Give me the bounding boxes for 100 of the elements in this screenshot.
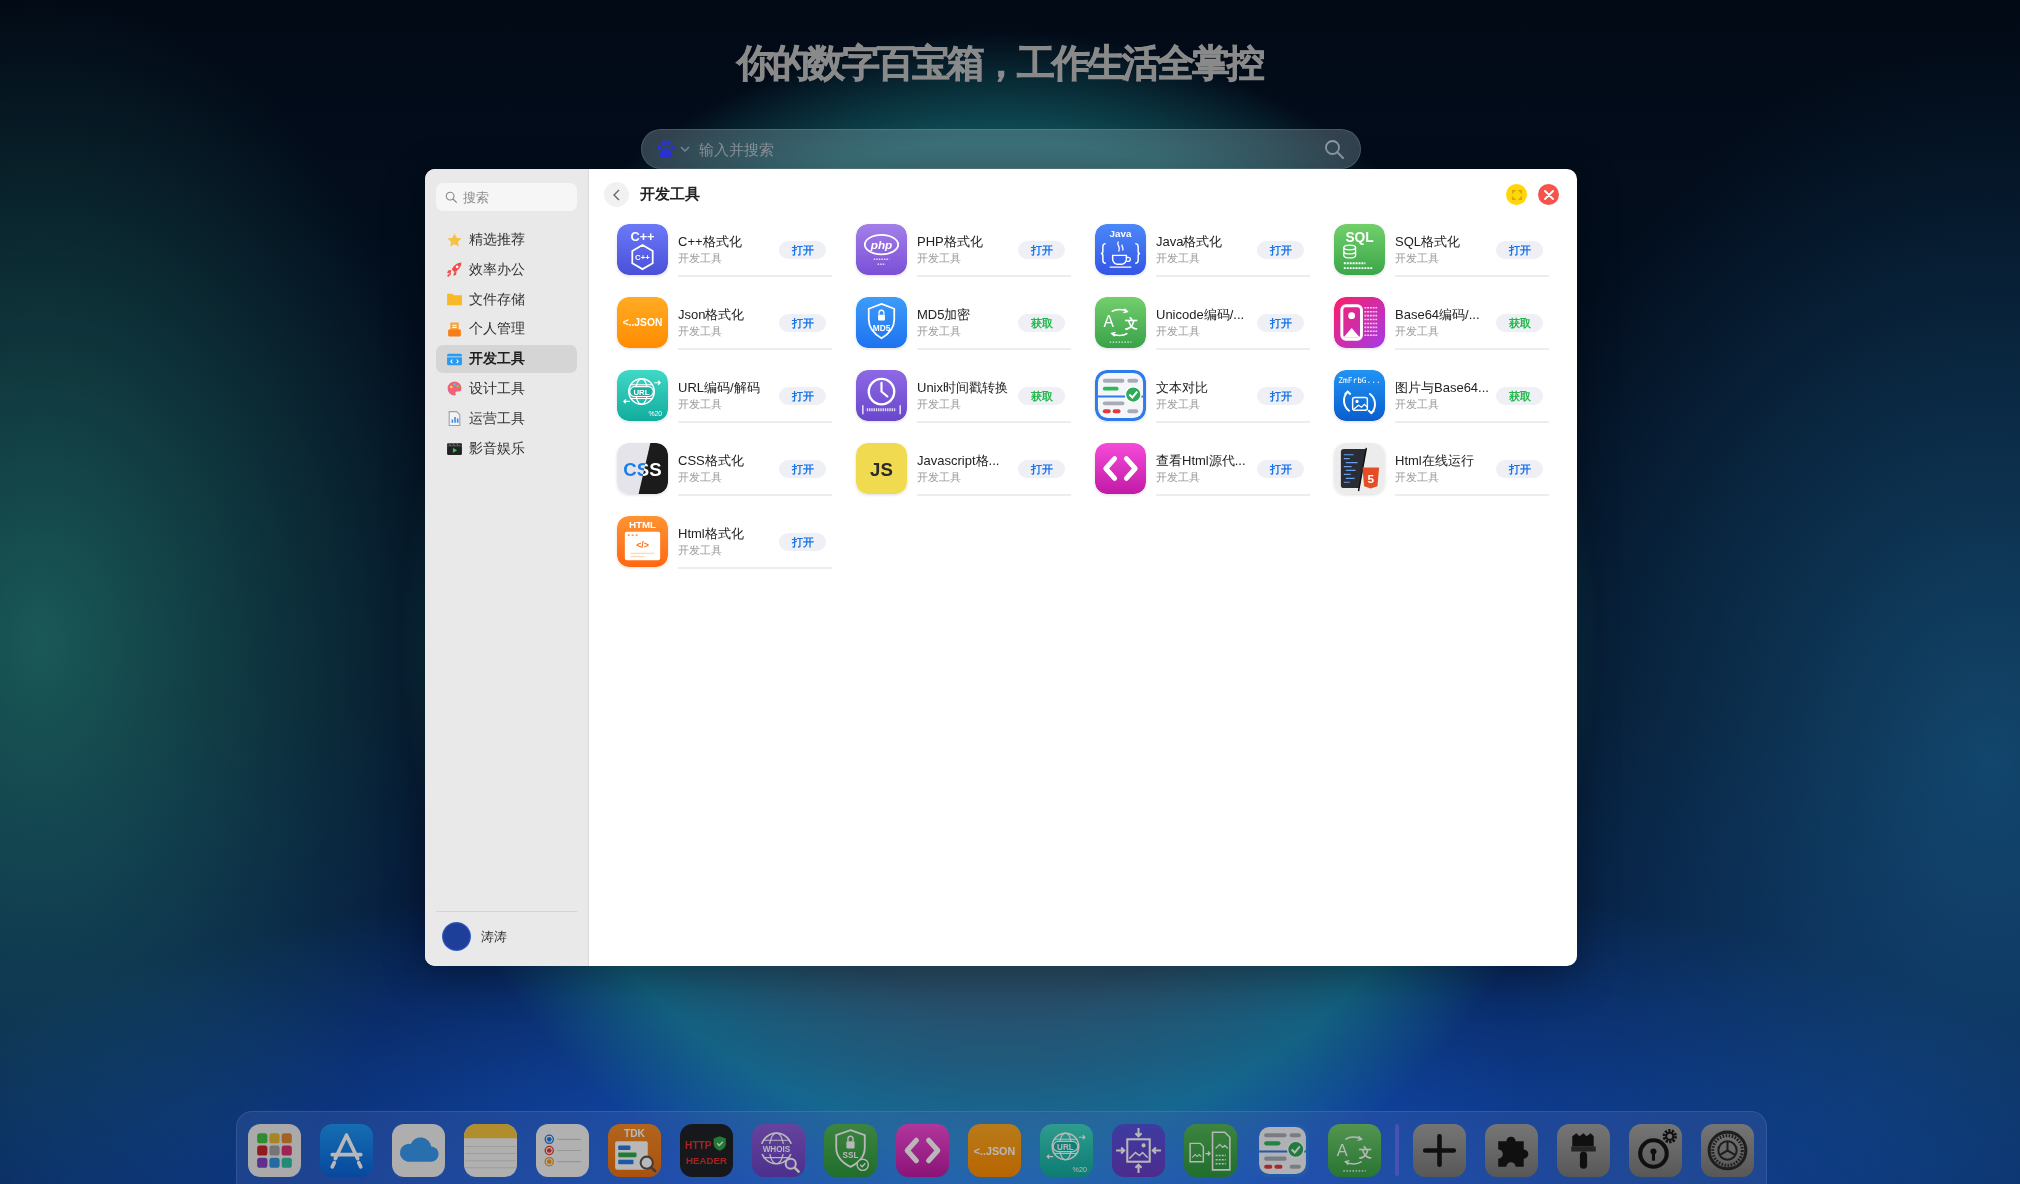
hexagon-code-icon: C++ C++ bbox=[617, 224, 668, 275]
app-category: 开发工具 bbox=[917, 250, 961, 266]
http-header-icon[interactable]: HTTP HEADER bbox=[679, 1124, 733, 1177]
app-category: 开发工具 bbox=[678, 542, 722, 558]
code-brackets-icon bbox=[1095, 443, 1146, 494]
search-field[interactable]: 搜索 bbox=[436, 183, 577, 211]
clock-icon bbox=[856, 370, 907, 421]
app-category: 开发工具 bbox=[1156, 323, 1200, 339]
puzzle-icon[interactable] bbox=[1484, 1124, 1538, 1177]
open-button[interactable]: 打开 bbox=[779, 313, 826, 332]
open-button[interactable]: 打开 bbox=[779, 459, 826, 478]
app-category: 开发工具 bbox=[678, 323, 722, 339]
app-name: Html格式化 bbox=[678, 525, 744, 542]
close-button[interactable] bbox=[1538, 184, 1559, 205]
app-name: MD5加密 bbox=[917, 306, 971, 323]
js-text-icon: JS bbox=[856, 443, 907, 494]
app-category: 开发工具 bbox=[1156, 396, 1200, 412]
app-category: 开发工具 bbox=[1156, 250, 1200, 266]
app-name: 查看Html源代... bbox=[1156, 452, 1246, 469]
chevron-down-icon[interactable] bbox=[680, 146, 690, 152]
settings-icon[interactable] bbox=[1700, 1124, 1754, 1177]
image-compress-icon[interactable] bbox=[1111, 1124, 1165, 1177]
app-category: 开发工具 bbox=[1156, 469, 1200, 485]
text-compare-icon bbox=[1095, 370, 1146, 421]
app-category: 开发工具 bbox=[1395, 396, 1439, 412]
sidebar-item[interactable]: 影音娱乐 bbox=[436, 434, 577, 463]
search-input[interactable]: 搜索 bbox=[463, 188, 569, 206]
sidebar-item[interactable]: 开发工具 bbox=[436, 345, 577, 374]
app-name: Html在线运行 bbox=[1395, 452, 1474, 469]
app-name: URL编码/解码 bbox=[678, 379, 760, 396]
whois-globe-icon[interactable]: WHOIS bbox=[751, 1124, 805, 1177]
app-category: 开发工具 bbox=[1395, 469, 1439, 485]
fullscreen-button[interactable] bbox=[1506, 184, 1527, 205]
palette-icon bbox=[446, 380, 463, 398]
json-text-icon: <..JSON bbox=[617, 297, 668, 348]
app-category: 开发工具 bbox=[678, 469, 722, 485]
chart-document-icon bbox=[446, 410, 463, 428]
open-button[interactable]: 打开 bbox=[779, 240, 826, 259]
search-icon[interactable] bbox=[445, 191, 457, 203]
open-button[interactable]: 打开 bbox=[1257, 386, 1304, 405]
tdk-search-icon[interactable]: TDK bbox=[607, 1124, 661, 1177]
get-button[interactable]: 获取 bbox=[1018, 313, 1065, 332]
keyhole-gear-icon[interactable] bbox=[1628, 1124, 1682, 1177]
app-category: 开发工具 bbox=[917, 469, 961, 485]
app-name: Javascript格... bbox=[917, 452, 1000, 469]
open-button[interactable]: 打开 bbox=[779, 386, 826, 405]
app-category: 开发工具 bbox=[917, 396, 961, 412]
open-button[interactable]: 打开 bbox=[1257, 313, 1304, 332]
open-button[interactable]: 打开 bbox=[779, 532, 826, 551]
get-button[interactable]: 获取 bbox=[1496, 313, 1543, 332]
search-field[interactable]: 输入并搜索 bbox=[641, 129, 1361, 169]
translate-icon: A 文 bbox=[1095, 297, 1146, 348]
image-code-icon bbox=[1334, 297, 1385, 348]
drawer-box-icon bbox=[446, 320, 463, 338]
image-convert-icon: ZmFrbG... bbox=[1334, 370, 1385, 421]
app-grid-icon[interactable] bbox=[247, 1124, 301, 1177]
app-name: CSS格式化 bbox=[678, 452, 744, 469]
app-category: 开发工具 bbox=[917, 323, 961, 339]
ssl-shield-icon[interactable]: SSL bbox=[823, 1124, 877, 1177]
search-icon[interactable] bbox=[1324, 139, 1344, 159]
plus-icon[interactable] bbox=[1412, 1124, 1466, 1177]
open-button[interactable]: 打开 bbox=[1257, 240, 1304, 259]
get-button[interactable]: 获取 bbox=[1496, 386, 1543, 405]
back-button[interactable] bbox=[604, 182, 629, 207]
sidebar-item[interactable]: 设计工具 bbox=[436, 375, 577, 403]
sidebar-item[interactable]: 效率办公 bbox=[436, 255, 577, 284]
stylized-a-icon[interactable] bbox=[319, 1124, 373, 1177]
html-window-icon: HTML </> bbox=[617, 516, 668, 567]
sidebar-item[interactable]: 文件存储 bbox=[436, 285, 577, 314]
app-category: 开发工具 bbox=[1395, 250, 1439, 266]
rocket-icon bbox=[446, 261, 463, 279]
open-button[interactable]: 打开 bbox=[1018, 240, 1065, 259]
open-button[interactable]: 打开 bbox=[1496, 240, 1543, 259]
sidebar-item[interactable]: 个人管理 bbox=[436, 315, 577, 344]
cloud-icon[interactable] bbox=[391, 1124, 445, 1177]
app-name: Unicode编码/... bbox=[1156, 306, 1245, 323]
open-button[interactable]: 打开 bbox=[1257, 459, 1304, 478]
brush-icon[interactable] bbox=[1556, 1124, 1610, 1177]
notepad-icon[interactable] bbox=[463, 1124, 517, 1177]
text-compare-icon[interactable] bbox=[1255, 1124, 1309, 1177]
checklist-icon[interactable] bbox=[535, 1124, 589, 1177]
html5-shield-icon: 5 bbox=[1334, 443, 1385, 494]
image-convert-icon[interactable] bbox=[1183, 1124, 1237, 1177]
database-icon: SQL bbox=[1334, 224, 1385, 275]
open-button[interactable]: 打开 bbox=[1018, 459, 1065, 478]
search-input[interactable]: 输入并搜索 bbox=[699, 138, 1320, 160]
page-title: 开发工具 bbox=[640, 185, 700, 204]
open-button[interactable]: 打开 bbox=[1496, 459, 1543, 478]
app-name: SQL格式化 bbox=[1395, 233, 1460, 250]
app-category: 开发工具 bbox=[678, 396, 722, 412]
avatar[interactable] bbox=[442, 922, 471, 951]
sidebar-item[interactable]: 运营工具 bbox=[436, 404, 577, 433]
app-category: 开发工具 bbox=[1395, 323, 1439, 339]
code-brackets-icon[interactable] bbox=[895, 1124, 949, 1177]
translate-icon[interactable]: A 文 bbox=[1327, 1124, 1381, 1177]
app-name: Base64编码/... bbox=[1395, 306, 1480, 323]
app-name: Unix时间戳转换 bbox=[917, 379, 1008, 396]
sidebar-item[interactable]: 精选推荐 bbox=[436, 226, 577, 254]
globe-url-icon[interactable]: URL %20 bbox=[1039, 1124, 1093, 1177]
get-button[interactable]: 获取 bbox=[1018, 386, 1065, 405]
